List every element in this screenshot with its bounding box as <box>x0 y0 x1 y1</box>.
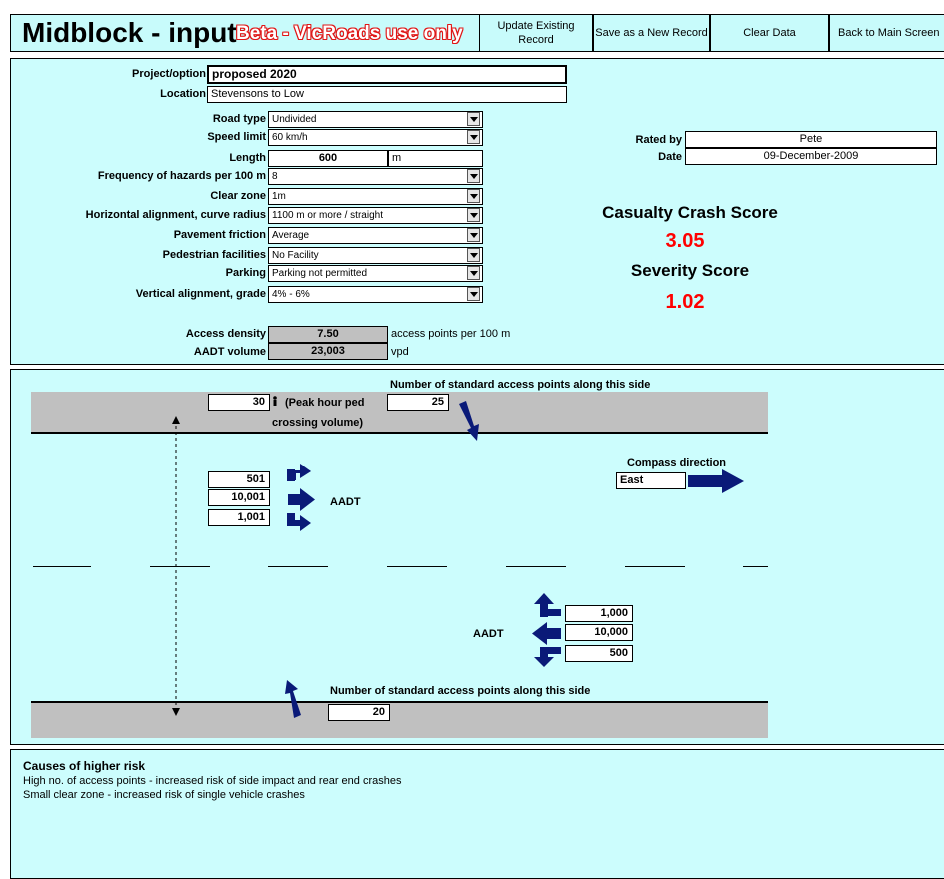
risk-item: High no. of access points - increased ri… <box>23 775 402 787</box>
aadt-left-label: AADT <box>330 496 361 508</box>
compass-arrow-icon <box>688 469 744 493</box>
westbound-through-volume[interactable]: 10,001 <box>208 489 270 506</box>
access-arrow-down-icon <box>459 401 479 441</box>
crossing-distance-dimension-arrow <box>172 416 180 716</box>
bottom-access-points-input[interactable]: 20 <box>328 704 390 721</box>
risk-panel <box>10 749 944 879</box>
eastbound-through-volume[interactable]: 10,000 <box>565 624 633 641</box>
compass-direction-label: Compass direction <box>627 457 727 469</box>
risk-item: Small clear zone - increased risk of sin… <box>23 789 305 801</box>
midblock-input-sheet: Midblock - input Beta - VicRoads use onl… <box>0 0 944 879</box>
through-arrow-east-icon <box>288 488 315 511</box>
compass-direction-input[interactable]: East <box>616 472 686 489</box>
westbound-left-turn-volume[interactable]: 501 <box>208 471 270 488</box>
through-arrow-west-icon <box>532 622 561 645</box>
eastbound-right-turn-volume[interactable]: 500 <box>565 645 633 662</box>
westbound-right-turn-volume[interactable]: 1,001 <box>208 509 270 526</box>
right-turn-arrow-icon <box>287 513 311 531</box>
bottom-access-points-label: Number of standard access points along t… <box>330 685 591 697</box>
risk-title: Causes of higher risk <box>23 759 146 773</box>
diagram-graphics <box>172 396 744 718</box>
eastbound-left-turn-volume[interactable]: 1,000 <box>565 605 633 622</box>
access-arrow-up-icon <box>285 680 301 718</box>
left-turn-west-arrow-icon <box>534 593 561 617</box>
pedestrian-icon <box>273 396 277 406</box>
right-turn-west-arrow-icon <box>534 647 561 667</box>
left-turn-arrow-icon <box>287 464 311 481</box>
aadt-right-label: AADT <box>473 628 504 640</box>
